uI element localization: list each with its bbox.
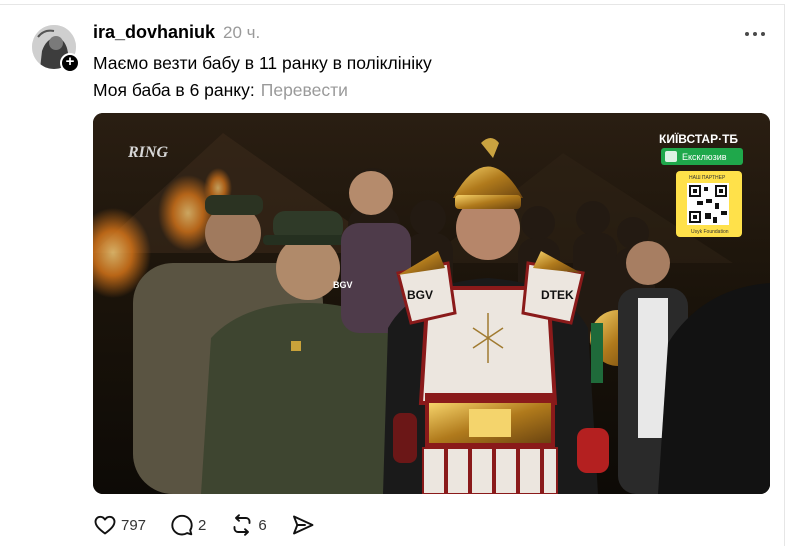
repost-button[interactable]: 6 <box>230 513 267 537</box>
post-text-line-2: Моя баба в 6 ранку: Перевести <box>93 80 348 101</box>
post-actions-bar: 797 2 6 <box>93 512 339 538</box>
comment-icon <box>171 514 193 536</box>
username-link[interactable]: ira_dovhaniuk <box>93 22 215 43</box>
sponsor-bgv-small: BGV <box>333 280 353 290</box>
follow-plus-icon[interactable]: + <box>60 53 80 73</box>
translate-link[interactable]: Перевести <box>261 80 348 100</box>
like-button[interactable]: 797 <box>93 513 146 537</box>
post-media-video[interactable]: BGV BGV DTEK RING КИЇВСТАР·ТБ Ексклюзив … <box>93 113 770 494</box>
qr-code-icon <box>687 183 729 225</box>
post-header: ira_dovhaniuk 20 ч. <box>93 22 260 46</box>
post-text-line-2-content: Моя баба в 6 ранку: <box>93 80 255 100</box>
window-border-top <box>0 4 785 5</box>
repost-count: 6 <box>258 516 267 534</box>
like-count: 797 <box>121 516 147 534</box>
exclusive-badge: Ексклюзив <box>682 152 727 162</box>
share-button[interactable] <box>291 513 315 537</box>
sponsor-bgv: BGV <box>407 288 433 302</box>
post-timestamp[interactable]: 20 ч. <box>223 23 260 43</box>
comment-button[interactable]: 2 <box>170 513 206 537</box>
more-icon[interactable] <box>745 24 771 44</box>
heart-icon <box>94 515 116 535</box>
post-text-line-1: Маємо везти бабу в 11 ранку в поліклінік… <box>93 53 432 73</box>
broadcaster-logo: КИЇВСТАР·ТБ <box>659 131 738 146</box>
sponsor-dtek: DTEK <box>541 288 574 302</box>
qr-caption-bottom: Usyk Foundation <box>691 229 729 235</box>
video-frame: BGV BGV DTEK RING КИЇВСТАР·ТБ Ексклюзив … <box>93 113 770 494</box>
ring-logo: RING <box>127 144 168 161</box>
comment-count: 2 <box>198 516 207 534</box>
repost-icon <box>233 514 251 536</box>
qr-caption-top: НАШ ПАРТНЕР <box>689 175 726 181</box>
author-avatar[interactable]: + <box>32 25 80 73</box>
share-icon <box>292 515 314 535</box>
